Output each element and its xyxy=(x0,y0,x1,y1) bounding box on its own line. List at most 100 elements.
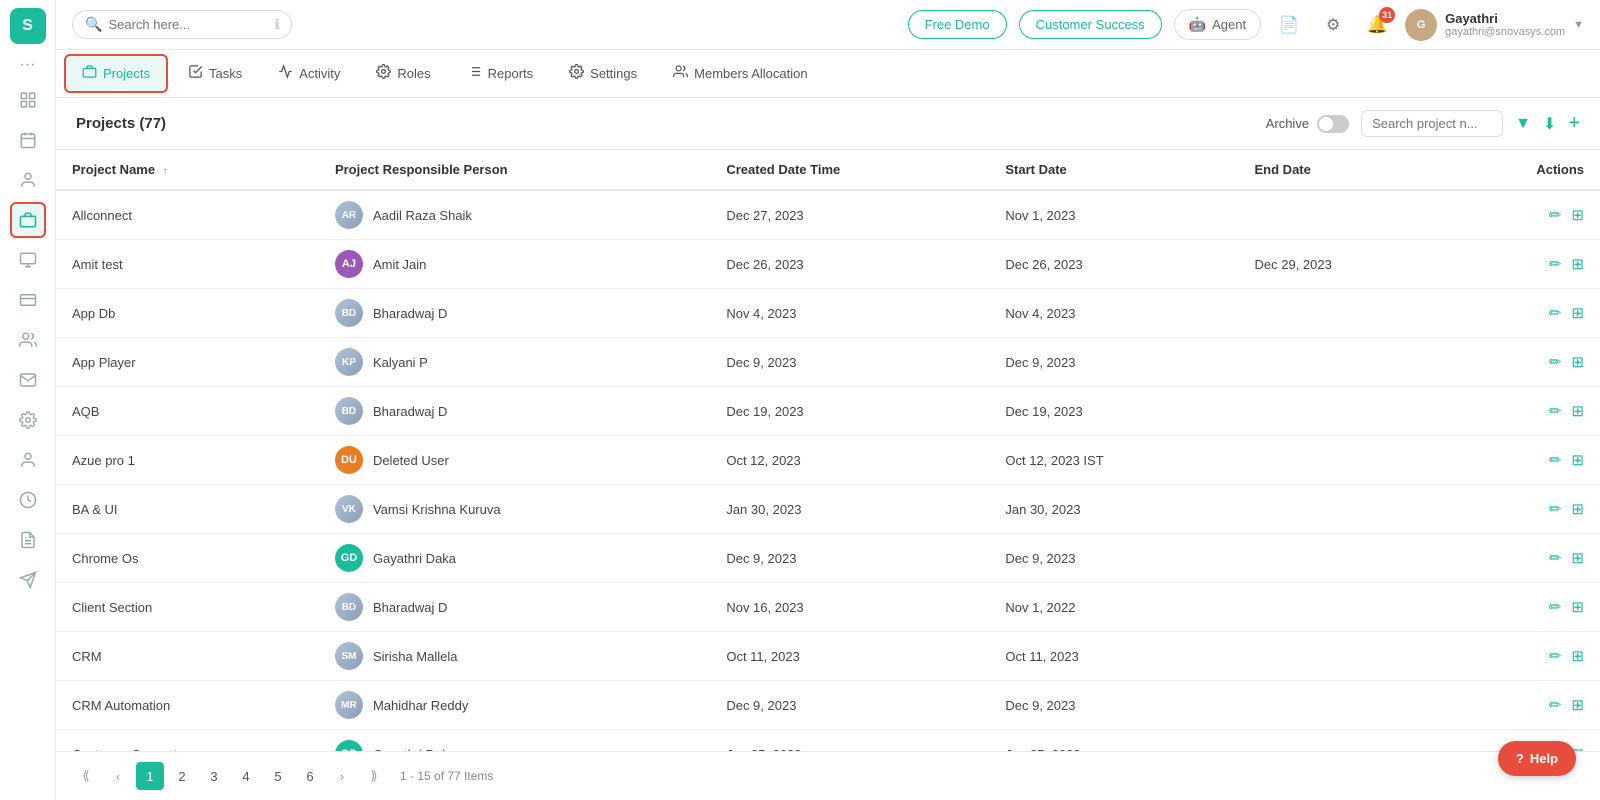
nav-tab-roles[interactable]: Roles xyxy=(360,56,446,91)
delete-button[interactable]: ⊞ xyxy=(1571,402,1584,420)
edit-button[interactable]: ✏ xyxy=(1549,500,1562,518)
next-page-button[interactable]: › xyxy=(328,762,356,790)
info-icon: ℹ xyxy=(274,16,279,33)
nav-tab-tasks[interactable]: Tasks xyxy=(172,56,258,91)
edit-button[interactable]: ✏ xyxy=(1549,353,1562,371)
edit-button[interactable]: ✏ xyxy=(1549,598,1562,616)
notification-badge: 31 xyxy=(1379,7,1395,23)
nav-tab-settings[interactable]: Settings xyxy=(553,56,653,91)
delete-button[interactable]: ⊞ xyxy=(1571,549,1584,567)
edit-button[interactable]: ✏ xyxy=(1549,451,1562,469)
table-row: Azue pro 1 DU Deleted User Oct 12, 2023 … xyxy=(56,436,1600,485)
delete-button[interactable]: ⊞ xyxy=(1571,353,1584,371)
cell-start: Oct 11, 2023 xyxy=(989,632,1238,681)
sidebar-item-projects[interactable] xyxy=(10,202,46,238)
page-button-2[interactable]: 2 xyxy=(168,762,196,790)
sidebar-item-person-settings[interactable] xyxy=(10,442,46,478)
document-icon[interactable]: 📄 xyxy=(1273,9,1305,41)
search-box[interactable]: 🔍 ℹ xyxy=(72,10,292,39)
app-logo[interactable]: S xyxy=(10,8,46,44)
cell-person: AJ Amit Jain xyxy=(319,240,710,289)
user-profile[interactable]: G Gayathri gayathri@snovasys.com ▼ xyxy=(1405,9,1584,41)
edit-button[interactable]: ✏ xyxy=(1549,402,1562,420)
col-created: Created Date Time xyxy=(710,150,989,190)
page-button-5[interactable]: 5 xyxy=(264,762,292,790)
delete-button[interactable]: ⊞ xyxy=(1571,647,1584,665)
add-icon[interactable]: + xyxy=(1568,112,1580,135)
delete-button[interactable]: ⊞ xyxy=(1571,696,1584,714)
cell-person: AR Aadil Raza Shaik xyxy=(319,190,710,240)
projects-title: Projects (77) xyxy=(76,115,166,132)
top-header: 🔍 ℹ Free Demo Customer Success 🤖 Agent 📄… xyxy=(56,0,1600,50)
nav-tab-members[interactable]: Members Allocation xyxy=(657,56,823,91)
cell-start: Nov 1, 2022 xyxy=(989,583,1238,632)
edit-button[interactable]: ✏ xyxy=(1549,304,1562,322)
settings-icon[interactable]: ⚙ xyxy=(1317,9,1349,41)
prev-page-button[interactable]: ‹ xyxy=(104,762,132,790)
cell-end xyxy=(1239,681,1448,730)
download-icon[interactable]: ⬇ xyxy=(1543,114,1556,134)
col-actions: Actions xyxy=(1448,150,1600,190)
edit-button[interactable]: ✏ xyxy=(1549,206,1562,224)
sidebar-item-calendar[interactable] xyxy=(10,122,46,158)
notification-button[interactable]: 🔔 31 xyxy=(1361,9,1393,41)
delete-button[interactable]: ⊞ xyxy=(1571,451,1584,469)
table-row: Customer Support GD Gayathri Daka Jan 25… xyxy=(56,730,1600,752)
cell-project-name: App Db xyxy=(56,289,319,338)
first-page-button[interactable]: ⟪ xyxy=(72,762,100,790)
sidebar-item-card[interactable] xyxy=(10,282,46,318)
edit-button[interactable]: ✏ xyxy=(1549,255,1562,273)
last-page-button[interactable]: ⟫ xyxy=(360,762,388,790)
settings-tab-icon xyxy=(569,64,584,83)
pagination: ⟪ ‹ 123456›⟫1 - 15 of 77 Items xyxy=(56,751,1600,800)
sort-icon[interactable]: ↑ xyxy=(163,166,168,177)
archive-toggle-switch[interactable] xyxy=(1317,115,1349,133)
edit-button[interactable]: ✏ xyxy=(1549,696,1562,714)
roles-tab-icon xyxy=(376,64,391,83)
filter-icon[interactable]: ▼ xyxy=(1515,115,1531,133)
sidebar-more[interactable]: ··· xyxy=(20,56,36,74)
cell-project-name: BA & UI xyxy=(56,485,319,534)
nav-tab-activity[interactable]: Activity xyxy=(262,56,356,91)
delete-button[interactable]: ⊞ xyxy=(1571,255,1584,273)
edit-button[interactable]: ✏ xyxy=(1549,549,1562,567)
help-button[interactable]: ? Help xyxy=(1498,741,1576,776)
cell-actions: ✏ ⊞ xyxy=(1448,338,1600,387)
search-project-box[interactable] xyxy=(1361,110,1503,137)
main-content: 🔍 ℹ Free Demo Customer Success 🤖 Agent 📄… xyxy=(56,0,1600,800)
edit-button[interactable]: ✏ xyxy=(1549,647,1562,665)
delete-button[interactable]: ⊞ xyxy=(1571,500,1584,518)
delete-button[interactable]: ⊞ xyxy=(1571,598,1584,616)
free-demo-button[interactable]: Free Demo xyxy=(908,10,1007,39)
agent-button[interactable]: 🤖 Agent xyxy=(1174,9,1261,40)
sidebar-item-team[interactable] xyxy=(10,322,46,358)
customer-success-button[interactable]: Customer Success xyxy=(1019,10,1162,39)
delete-button[interactable]: ⊞ xyxy=(1571,304,1584,322)
page-button-6[interactable]: 6 xyxy=(296,762,324,790)
cell-actions: ✏ ⊞ xyxy=(1448,632,1600,681)
col-project-name: Project Name ↑ xyxy=(56,150,319,190)
sidebar-item-send[interactable] xyxy=(10,562,46,598)
sidebar-item-report[interactable] xyxy=(10,522,46,558)
sidebar-item-mail[interactable] xyxy=(10,362,46,398)
nav-tab-projects[interactable]: Projects xyxy=(64,54,168,93)
archive-label: Archive xyxy=(1266,116,1309,131)
cell-person: DU Deleted User xyxy=(319,436,710,485)
page-button-4[interactable]: 4 xyxy=(232,762,260,790)
sidebar-item-user[interactable] xyxy=(10,162,46,198)
search-input[interactable] xyxy=(108,17,268,32)
page-button-1[interactable]: 1 xyxy=(136,762,164,790)
delete-button[interactable]: ⊞ xyxy=(1571,206,1584,224)
nav-tab-reports[interactable]: Reports xyxy=(451,56,550,91)
sidebar-item-monitor[interactable] xyxy=(10,242,46,278)
table-row: Client Section BD Bharadwaj D Nov 16, 20… xyxy=(56,583,1600,632)
search-project-input[interactable] xyxy=(1372,116,1492,131)
projects-table: Project Name ↑ Project Responsible Perso… xyxy=(56,150,1600,751)
cell-created: Dec 9, 2023 xyxy=(710,338,989,387)
sidebar-item-clock[interactable] xyxy=(10,482,46,518)
cell-end xyxy=(1239,289,1448,338)
sidebar-item-dashboard[interactable] xyxy=(10,82,46,118)
reports-tab-label: Reports xyxy=(488,66,534,81)
sidebar-item-settings[interactable] xyxy=(10,402,46,438)
page-button-3[interactable]: 3 xyxy=(200,762,228,790)
